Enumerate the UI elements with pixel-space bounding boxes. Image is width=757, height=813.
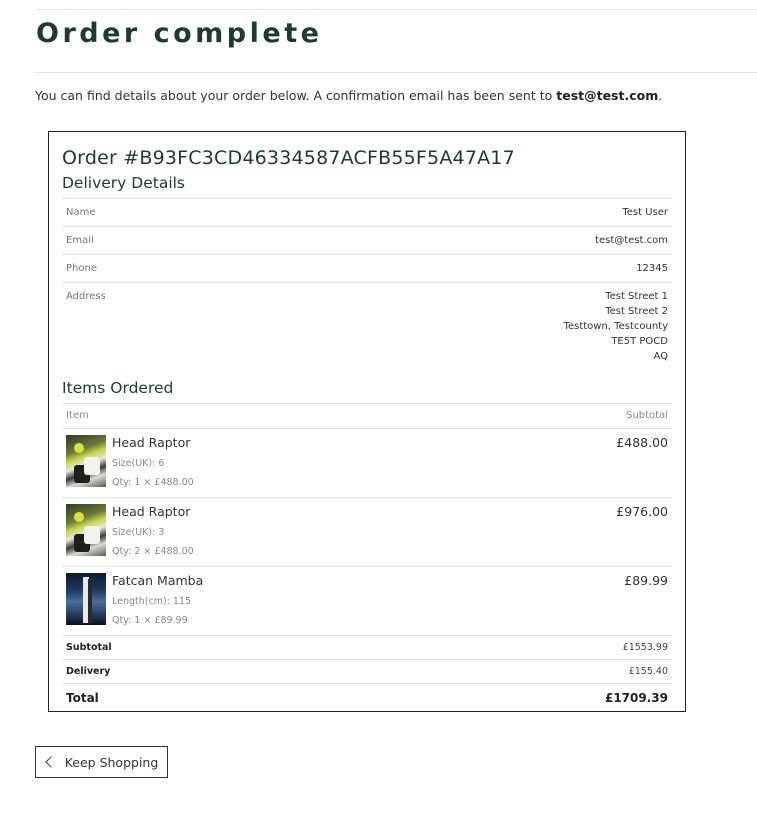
subtotal-row: Subtotal £1553.99 xyxy=(62,635,672,660)
items-ordered-heading: Items Ordered xyxy=(62,379,174,397)
item-subtotal: £89.99 xyxy=(494,566,672,635)
confirmation-end: . xyxy=(658,88,663,103)
item-subtotal: £976.00 xyxy=(494,497,672,567)
address-value: Test Street 1 Test Street 2 Testtown, Te… xyxy=(244,282,672,370)
address-line: Test Street 1 xyxy=(605,291,668,302)
detail-row-email: Email test@test.com xyxy=(62,226,672,255)
detail-label: Address xyxy=(62,282,245,370)
item-product: Head Raptor Size(UK): 3 Qty: 2 × £488.00 xyxy=(66,504,490,561)
product-option: Size(UK): 6 xyxy=(112,458,165,469)
confirmation-message: You can find details about your order be… xyxy=(35,88,662,103)
delivery-value: £155.40 xyxy=(324,659,672,684)
product-quantity: Qty: 1 × £488.00 xyxy=(112,477,194,488)
item-row: Fatcan Mamba Length(cm): 115 Qty: 1 × £8… xyxy=(62,566,672,635)
product-option: Size(UK): 3 xyxy=(112,527,165,538)
order-number: Order #B93FC3CD46334587ACFB55F5A47A17 xyxy=(62,147,515,169)
detail-label: Email xyxy=(62,226,245,255)
item-product: Head Raptor Size(UK): 6 Qty: 1 × £488.00 xyxy=(66,435,490,492)
product-quantity: Qty: 1 × £89.99 xyxy=(112,615,188,626)
delivery-details-heading: Delivery Details xyxy=(62,174,186,192)
detail-label: Name xyxy=(62,198,245,227)
product-quantity: Qty: 2 × £488.00 xyxy=(112,546,194,557)
total-row: Total £1709.39 xyxy=(62,683,672,711)
confirmation-text: You can find details about your order be… xyxy=(35,88,557,103)
order-totals: Subtotal £1553.99 Delivery £155.40 Total… xyxy=(62,635,672,711)
address-line: Testtown, Testcounty xyxy=(563,321,668,332)
subtotal-label: Subtotal xyxy=(62,635,325,660)
detail-value: 12345 xyxy=(244,254,672,283)
confirmation-email: test@test.com xyxy=(556,88,659,103)
detail-label: Phone xyxy=(62,254,245,283)
item-subtotal: £488.00 xyxy=(494,428,672,498)
address-line: AQ xyxy=(653,351,668,362)
product-thumbnail xyxy=(66,504,106,556)
product-name: Fatcan Mamba xyxy=(112,573,204,588)
detail-value: Test User xyxy=(244,198,672,227)
delivery-label: Delivery xyxy=(62,659,325,684)
items-header-item: Item xyxy=(62,403,495,429)
item-row: Head Raptor Size(UK): 6 Qty: 1 × £488.00… xyxy=(62,428,672,498)
keep-shopping-button[interactable]: Keep Shopping xyxy=(35,746,168,778)
title-divider xyxy=(35,72,757,73)
total-label: Total xyxy=(62,683,325,711)
item-product: Fatcan Mamba Length(cm): 115 Qty: 1 × £8… xyxy=(66,573,490,630)
address-line: Test Street 2 xyxy=(605,306,668,317)
total-value: £1709.39 xyxy=(324,683,672,711)
subtotal-value: £1553.99 xyxy=(324,635,672,660)
keep-shopping-label: Keep Shopping xyxy=(64,754,159,770)
detail-value: test@test.com xyxy=(244,226,672,255)
detail-row-name: Name Test User xyxy=(62,198,672,227)
product-name: Head Raptor xyxy=(112,504,191,519)
product-option: Length(cm): 115 xyxy=(112,596,192,607)
items-header-subtotal: Subtotal xyxy=(494,403,672,429)
items-table: Item Subtotal Head Raptor Size(UK): 6 Qt… xyxy=(62,403,672,635)
top-divider xyxy=(35,9,757,10)
page-title: Order complete xyxy=(36,18,323,49)
items-header-row: Item Subtotal xyxy=(62,403,672,429)
item-row: Head Raptor Size(UK): 3 Qty: 2 × £488.00… xyxy=(62,497,672,567)
detail-row-address: Address Test Street 1 Test Street 2 Test… xyxy=(62,282,672,370)
product-thumbnail xyxy=(66,573,106,625)
delivery-row: Delivery £155.40 xyxy=(62,659,672,684)
product-name: Head Raptor xyxy=(112,435,191,450)
address-line: TE5T POCD xyxy=(611,336,668,347)
delivery-details-table: Name Test User Email test@test.com Phone… xyxy=(62,198,672,370)
order-summary-card: Order #B93FC3CD46334587ACFB55F5A47A17 De… xyxy=(48,131,686,712)
chevron-left-icon xyxy=(45,756,57,768)
detail-row-phone: Phone 12345 xyxy=(62,254,672,283)
product-thumbnail xyxy=(66,435,106,487)
